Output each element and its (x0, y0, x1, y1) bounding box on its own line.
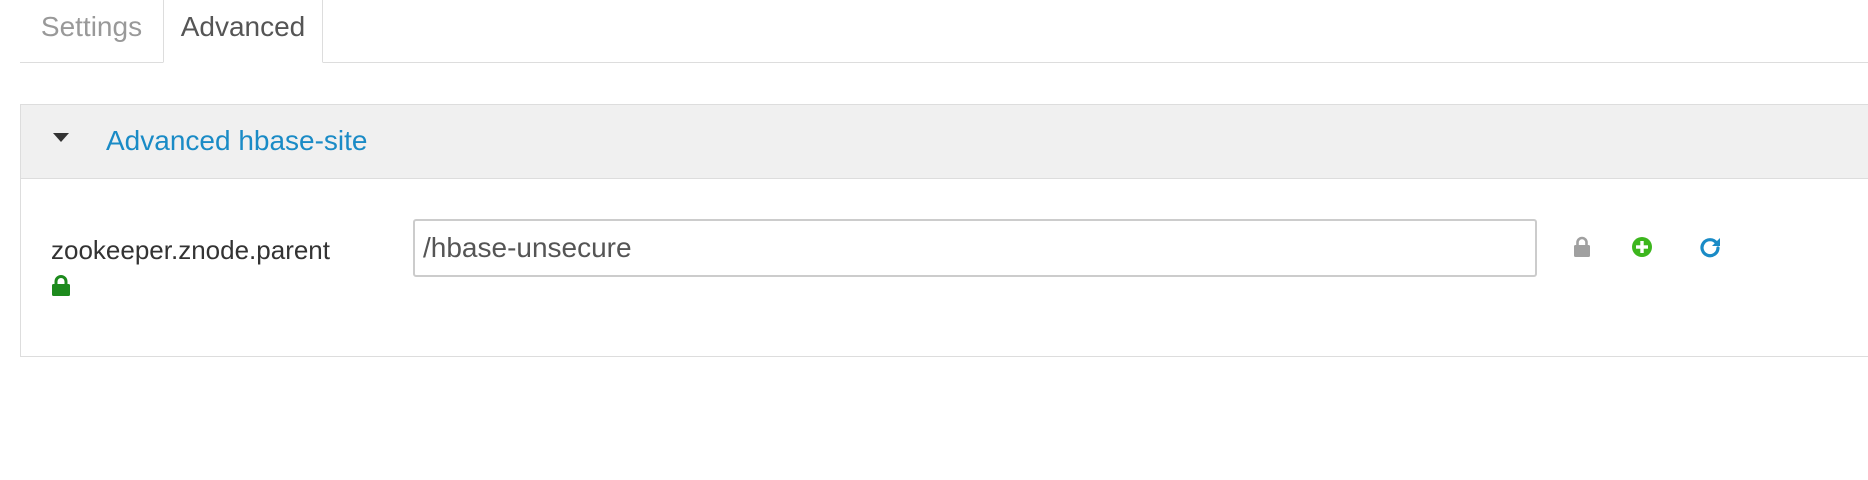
property-value-input[interactable] (413, 219, 1537, 277)
refresh-icon[interactable] (1699, 236, 1721, 258)
panel-heading[interactable]: Advanced hbase-site (21, 105, 1868, 179)
panel-title[interactable]: Advanced hbase-site (106, 123, 368, 159)
property-name: zookeeper.znode.parent (51, 235, 330, 265)
lock-icon[interactable] (1573, 236, 1591, 258)
tab-bar: Settings Advanced (0, 0, 1868, 63)
tab-settings[interactable]: Settings (20, 0, 163, 63)
config-page: Settings Advanced Advanced hbase-site zo… (0, 0, 1868, 480)
caret-down-icon[interactable] (53, 133, 69, 142)
add-icon[interactable] (1631, 236, 1653, 258)
advanced-hbase-site-panel: Advanced hbase-site zookeeper.znode.pare… (20, 104, 1868, 357)
lock-icon (52, 275, 70, 296)
tab-advanced[interactable]: Advanced (163, 0, 323, 63)
